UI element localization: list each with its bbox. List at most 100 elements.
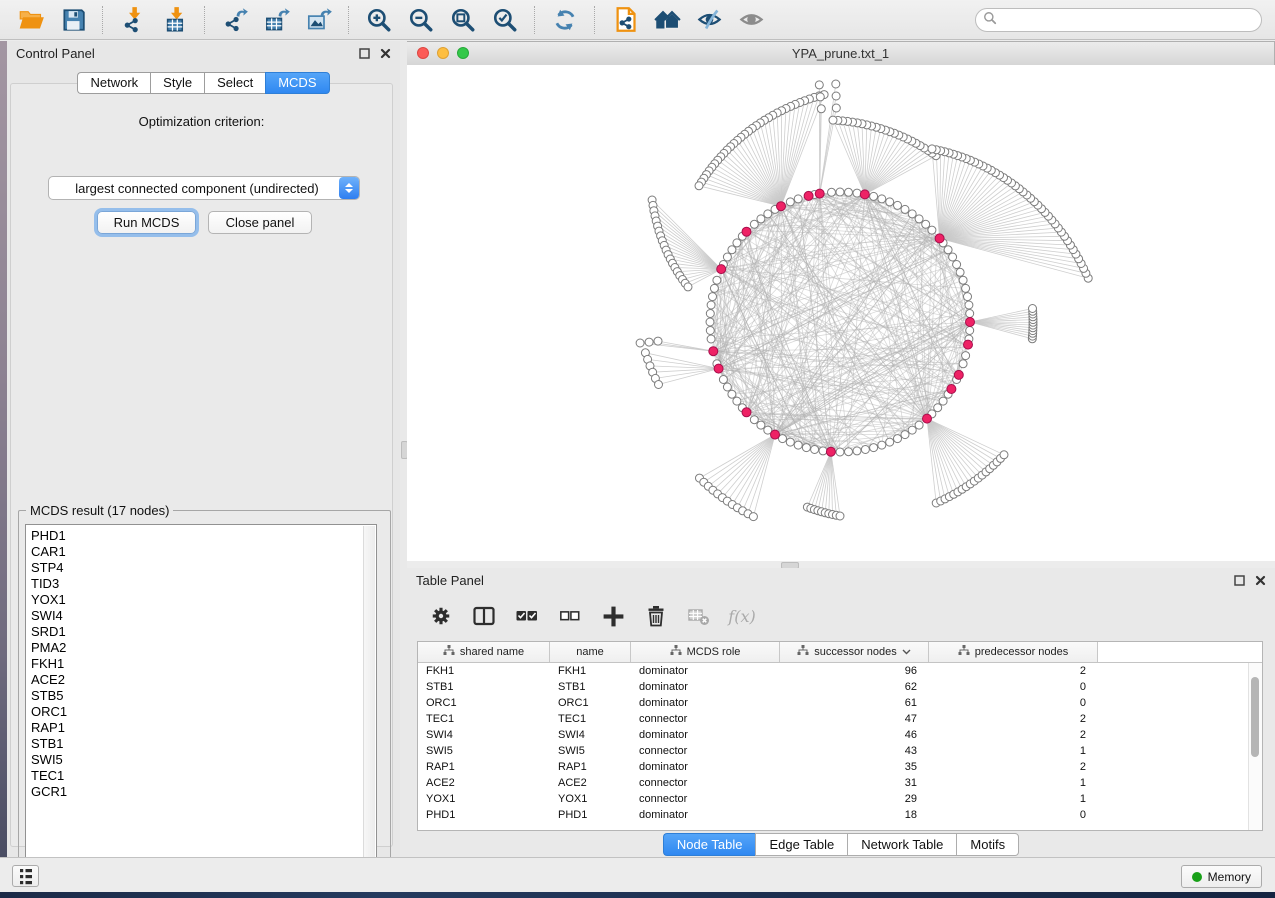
export-table-icon[interactable] xyxy=(260,4,294,36)
mcds-result-item[interactable]: PMA2 xyxy=(31,640,376,656)
cell-name: PHD1 xyxy=(550,807,631,823)
column-header-name[interactable]: name xyxy=(550,642,631,662)
table-row[interactable]: STB1STB1dominator620 xyxy=(418,679,1262,695)
table-row[interactable]: FKH1FKH1dominator962 xyxy=(418,663,1262,679)
cell-MCDS-role: connector xyxy=(631,711,780,727)
mcds-result-item[interactable]: TEC1 xyxy=(31,768,376,784)
mcds-result-item[interactable]: SWI5 xyxy=(31,752,376,768)
refresh-layout-icon[interactable] xyxy=(548,4,582,36)
float-panel-icon[interactable] xyxy=(358,48,370,60)
select-all-icon[interactable] xyxy=(513,602,541,630)
cell-successor-nodes: 62 xyxy=(780,679,929,695)
table-row[interactable]: ACE2ACE2connector311 xyxy=(418,775,1262,791)
cell-shared-name: ACE2 xyxy=(418,775,550,791)
open-file-icon[interactable] xyxy=(14,4,48,36)
table-row[interactable]: PHD1PHD1dominator180 xyxy=(418,807,1262,823)
tab-edge-table[interactable]: Edge Table xyxy=(755,833,847,856)
mcds-result-item[interactable]: FKH1 xyxy=(31,656,376,672)
tab-style[interactable]: Style xyxy=(150,72,204,94)
mcds-result-item[interactable]: YOX1 xyxy=(31,592,376,608)
homes-icon[interactable] xyxy=(650,4,684,36)
tab-motifs[interactable]: Motifs xyxy=(956,833,1019,856)
table-settings-icon[interactable] xyxy=(427,602,455,630)
scrollbar-thumb[interactable] xyxy=(1251,677,1259,757)
network-from-file-icon[interactable] xyxy=(608,4,642,36)
zoom-selected-icon[interactable] xyxy=(488,4,522,36)
zoom-in-icon[interactable] xyxy=(362,4,396,36)
mcds-result-item[interactable]: SRD1 xyxy=(31,624,376,640)
deselect-all-icon[interactable] xyxy=(556,602,584,630)
panel-menu-button[interactable] xyxy=(12,865,39,887)
delete-columns-icon[interactable] xyxy=(642,602,670,630)
column-header-predecessor-nodes[interactable]: predecessor nodes xyxy=(929,642,1098,662)
close-panel-icon[interactable] xyxy=(379,48,391,60)
add-column-icon[interactable] xyxy=(599,602,627,630)
hide-panels-icon[interactable] xyxy=(692,4,726,36)
tab-select[interactable]: Select xyxy=(204,72,265,94)
cell-shared-name: PHD1 xyxy=(418,807,550,823)
cell-MCDS-role: connector xyxy=(631,775,780,791)
export-network-icon[interactable] xyxy=(218,4,252,36)
mcds-result-item[interactable]: ACE2 xyxy=(31,672,376,688)
toolbar-divider xyxy=(594,6,596,34)
mcds-result-item[interactable]: ORC1 xyxy=(31,704,376,720)
table-row[interactable]: YOX1YOX1connector291 xyxy=(418,791,1262,807)
close-panel-button[interactable]: Close panel xyxy=(208,211,312,234)
close-window-button[interactable] xyxy=(417,47,429,59)
network-canvas[interactable] xyxy=(407,65,1275,561)
search-input[interactable] xyxy=(1001,10,1261,30)
maximize-window-button[interactable] xyxy=(457,47,469,59)
tab-node-table[interactable]: Node Table xyxy=(663,833,756,856)
mcds-result-item[interactable]: CAR1 xyxy=(31,544,376,560)
import-network-icon[interactable] xyxy=(116,4,150,36)
column-header-MCDS-role[interactable]: MCDS role xyxy=(631,642,780,662)
column-header-successor-nodes[interactable]: successor nodes xyxy=(780,642,929,662)
show-panels-icon[interactable] xyxy=(734,4,768,36)
mcds-result-item[interactable]: STB5 xyxy=(31,688,376,704)
list-scrollbar[interactable] xyxy=(363,526,375,870)
mcds-result-item[interactable]: SWI4 xyxy=(31,608,376,624)
cell-predecessor-nodes: 2 xyxy=(929,711,1098,727)
cell-predecessor-nodes: 0 xyxy=(929,807,1098,823)
tab-network[interactable]: Network xyxy=(77,72,150,94)
import-table-icon[interactable] xyxy=(158,4,192,36)
run-mcds-button[interactable]: Run MCDS xyxy=(97,211,196,234)
split-panel-icon[interactable] xyxy=(470,602,498,630)
close-panel-icon[interactable] xyxy=(1254,575,1266,587)
mcds-result-item[interactable]: STP4 xyxy=(31,560,376,576)
table-scrollbar[interactable] xyxy=(1248,663,1262,831)
mcds-result-item[interactable]: GCR1 xyxy=(31,784,376,800)
zoom-fit-icon[interactable] xyxy=(446,4,480,36)
mcds-result-item[interactable]: STB1 xyxy=(31,736,376,752)
cell-MCDS-role: connector xyxy=(631,791,780,807)
float-panel-icon[interactable] xyxy=(1233,575,1245,587)
search-box[interactable] xyxy=(975,8,1262,32)
cell-name: FKH1 xyxy=(550,663,631,679)
mcds-result-item[interactable]: TID3 xyxy=(31,576,376,592)
memory-button[interactable]: Memory xyxy=(1181,865,1262,888)
table-row[interactable]: ORC1ORC1dominator610 xyxy=(418,695,1262,711)
export-image-icon[interactable] xyxy=(302,4,336,36)
table-row[interactable]: SWI4SWI4dominator462 xyxy=(418,727,1262,743)
toolbar-divider xyxy=(534,6,536,34)
column-label: predecessor nodes xyxy=(975,646,1069,658)
mcds-result-list[interactable]: PHD1CAR1STP4TID3YOX1SWI4SRD1PMA2FKH1ACE2… xyxy=(25,524,377,870)
minimize-window-button[interactable] xyxy=(437,47,449,59)
table-row[interactable]: TEC1TEC1connector472 xyxy=(418,711,1262,727)
table-row[interactable]: RAP1RAP1dominator352 xyxy=(418,759,1262,775)
column-header-shared-name[interactable]: shared name xyxy=(418,642,550,662)
horizontal-splitter[interactable] xyxy=(407,561,1275,568)
cell-name: ACE2 xyxy=(550,775,631,791)
mcds-result-item[interactable]: PHD1 xyxy=(31,528,376,544)
node-table: shared namenameMCDS rolesuccessor nodes p… xyxy=(417,641,1263,831)
optimization-criterion-select[interactable]: largest connected component (undirected) xyxy=(48,176,360,200)
table-row[interactable]: SWI5SWI5connector431 xyxy=(418,743,1262,759)
cell-successor-nodes: 43 xyxy=(780,743,929,759)
tab-mcds[interactable]: MCDS xyxy=(265,72,329,94)
cell-shared-name: SWI5 xyxy=(418,743,550,759)
network-column-icon xyxy=(797,645,809,659)
tab-network-table[interactable]: Network Table xyxy=(847,833,956,856)
zoom-out-icon[interactable] xyxy=(404,4,438,36)
save-session-icon[interactable] xyxy=(56,4,90,36)
mcds-result-item[interactable]: RAP1 xyxy=(31,720,376,736)
